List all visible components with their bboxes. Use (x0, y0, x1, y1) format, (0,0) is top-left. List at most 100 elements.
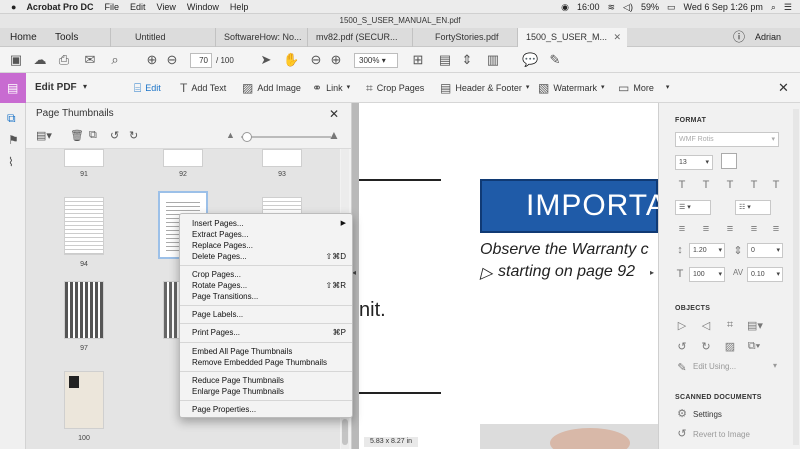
crop-object-icon[interactable]: ⌗ (723, 319, 737, 332)
align-left-icon[interactable]: ≡ (675, 223, 689, 235)
format-scrollbar[interactable] (793, 109, 799, 445)
thumbnail-size-slider[interactable] (241, 136, 331, 138)
edit-using-label[interactable]: Edit Using... (693, 362, 736, 371)
pen-icon[interactable]: ✎ (547, 52, 563, 68)
doc-tab-fortystories[interactable]: FortyStories.pdf (412, 28, 517, 47)
font-size-select[interactable]: 13 ▾ (675, 155, 713, 170)
revert-icon[interactable]: ↺ (675, 427, 689, 440)
page-thumbnail[interactable] (64, 149, 104, 167)
align-center-icon[interactable]: ≡ (699, 223, 713, 235)
scrollbar-thumb[interactable] (342, 419, 348, 445)
notification-icon[interactable]: ☰ (784, 2, 792, 13)
next-page-icon[interactable]: ⊖ (164, 52, 180, 68)
zoom-out-icon[interactable]: ⊖ (308, 52, 324, 68)
color-swatch[interactable] (721, 153, 737, 169)
options-icon[interactable]: ▤▾ (36, 129, 52, 142)
rotate-right-icon[interactable]: ↻ (129, 129, 138, 142)
text-strikethrough-icon[interactable]: T (769, 179, 783, 191)
horizontal-scale-select[interactable]: 100 ▾ (689, 267, 725, 282)
fit-page-icon[interactable]: ⊞ (410, 52, 426, 68)
record-icon[interactable]: ◉ (561, 2, 569, 13)
chevron-down-icon[interactable]: ▾ (773, 361, 777, 370)
select-cursor-icon[interactable]: ➤ (258, 52, 274, 68)
delete-icon[interactable]: 🗑 (70, 129, 84, 142)
datetime[interactable]: Wed 6 Sep 1:26 pm (683, 2, 762, 12)
app-menu[interactable]: Acrobat Pro DC (26, 2, 93, 12)
settings-label[interactable]: Settings (693, 410, 722, 419)
add-text-tool[interactable]: T Add Text (180, 73, 226, 103)
upload-icon[interactable]: ☁ (32, 52, 48, 68)
doc-tab-untitled[interactable]: Untitled (110, 28, 215, 47)
edit-using-icon[interactable]: ✎ (675, 361, 689, 374)
arrange-icon[interactable]: ⧉▾ (747, 340, 761, 353)
edit-pdf-dropdown-icon[interactable]: ▾ (83, 82, 87, 91)
menu-remove-thumbnails[interactable]: Remove Embedded Page Thumbnails (192, 357, 327, 368)
align-right-icon[interactable]: ≡ (723, 223, 737, 235)
header-footer-tool[interactable]: ▤ Header & Footer ▾ (440, 73, 529, 103)
page-thumbnails-icon[interactable]: ⧉ (7, 111, 16, 126)
text-superscript-icon[interactable]: T (699, 179, 713, 191)
bullet-list-select[interactable]: ☰ ▾ (675, 200, 711, 215)
menu-rotate-pages[interactable]: Rotate Pages... (192, 280, 247, 291)
menu-page-labels[interactable]: Page Labels... (192, 309, 243, 320)
page-thumbnail[interactable] (64, 371, 104, 429)
menu-replace-pages[interactable]: Replace Pages... (192, 240, 253, 251)
collapse-right-icon[interactable]: ▸ (650, 268, 654, 277)
page-thumbnail[interactable] (64, 281, 104, 339)
flip-horizontal-icon[interactable]: ◁ (699, 319, 713, 332)
char-spacing-select[interactable]: 0.10 ▾ (747, 267, 783, 282)
paragraph-spacing-select[interactable]: 0 ▾ (747, 243, 783, 258)
replace-image-icon[interactable]: ▨ (723, 340, 737, 353)
apple-icon[interactable]: ● (11, 2, 16, 12)
numbered-list-select[interactable]: ☷ ▾ (735, 200, 771, 215)
menu-crop-pages[interactable]: Crop Pages... (192, 269, 241, 280)
slider-handle[interactable] (242, 132, 252, 142)
menu-view[interactable]: View (156, 2, 175, 12)
hand-icon[interactable]: ✋ (283, 52, 299, 68)
menu-file[interactable]: File (104, 2, 119, 12)
battery-icon[interactable]: ▭ (667, 2, 676, 13)
doc-tab-active[interactable]: 1500_S_USER_M... ✕ (517, 28, 627, 47)
read-mode-icon[interactable]: ▥ (485, 52, 501, 68)
align-justify-icon[interactable]: ≡ (747, 223, 761, 235)
user-name[interactable]: Adrian (755, 28, 781, 47)
menu-reduce-thumbnails[interactable]: Reduce Page Thumbnails (192, 375, 284, 386)
close-edit-icon[interactable]: ✕ (778, 80, 789, 96)
search-icon[interactable]: ⌕ (107, 52, 123, 68)
help-icon[interactable]: ⓘ (733, 28, 745, 47)
page-layout-icon[interactable]: ▤ (437, 52, 453, 68)
align-justify-last-icon[interactable]: ≡ (769, 223, 783, 235)
create-icon[interactable]: ▣ (8, 52, 24, 68)
attachment-icon[interactable]: ⌇ (8, 155, 14, 169)
zoom-select[interactable]: 300% ▾ (354, 53, 398, 68)
revert-label[interactable]: Revert to Image (693, 430, 750, 439)
menu-print-pages[interactable]: Print Pages... (192, 327, 240, 338)
email-icon[interactable]: ✉ (82, 52, 98, 68)
menu-enlarge-thumbnails[interactable]: Enlarge Page Thumbnails (192, 386, 284, 397)
scroll-mode-icon[interactable]: ⇕ (459, 52, 475, 68)
wifi-icon[interactable]: ≋ (607, 2, 615, 13)
edit-pdf-tool-icon[interactable]: ▤ (0, 73, 26, 103)
watermark-tool[interactable]: ▧ Watermark ▾ (538, 73, 605, 103)
print-icon[interactable]: ⎙ (56, 52, 72, 68)
crop-pages-tool[interactable]: ⌗ Crop Pages (366, 73, 424, 103)
line-spacing-select[interactable]: 1.20 ▾ (689, 243, 725, 258)
comment-icon[interactable]: 💬 (522, 52, 538, 68)
edit-tool[interactable]: ⌸ Edit (134, 73, 161, 103)
close-tab-icon[interactable]: ✕ (613, 28, 621, 47)
menu-delete-pages[interactable]: Delete Pages... (192, 251, 247, 262)
rotate-left-icon[interactable]: ↺ (110, 129, 119, 142)
page-thumbnail[interactable] (64, 197, 104, 255)
insert-pages-icon[interactable]: ⧉ (89, 129, 97, 142)
align-objects-icon[interactable]: ▤▾ (747, 319, 763, 332)
link-tool[interactable]: ⚭ Link ▾ (312, 73, 350, 103)
settings-gear-icon[interactable]: ⚙ (675, 407, 689, 420)
page-thumbnail[interactable] (262, 149, 302, 167)
text-underline-icon[interactable]: T (747, 179, 761, 191)
text-size-icon[interactable]: T (675, 179, 689, 191)
menu-page-transitions[interactable]: Page Transitions... (192, 291, 258, 302)
zoom-in-icon[interactable]: ⊕ (328, 52, 344, 68)
menu-extract-pages[interactable]: Extract Pages... (192, 229, 248, 240)
rotate-ccw-icon[interactable]: ↺ (675, 340, 689, 353)
flip-vertical-icon[interactable]: ▷ (675, 319, 689, 332)
